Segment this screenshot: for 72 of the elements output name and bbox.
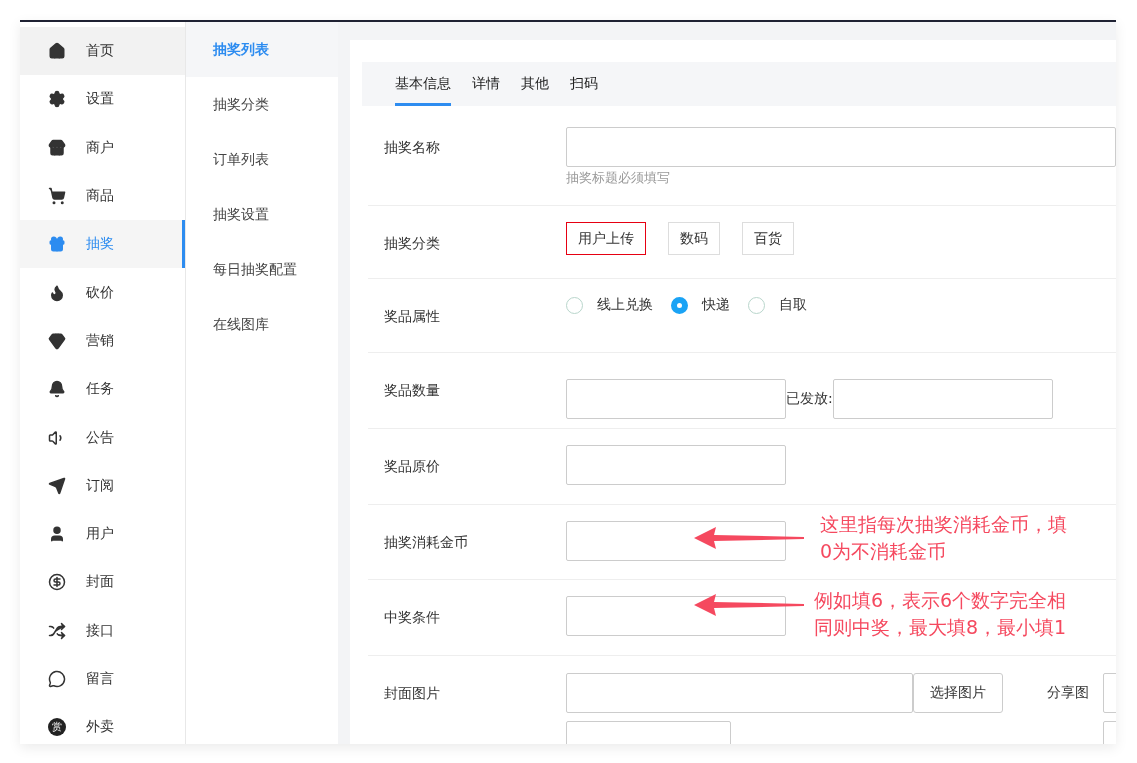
menu-icon (48, 187, 66, 206)
annotation-text: 这里指每次抽奖消耗金币，填0为不消耗金币 (820, 512, 1068, 564)
form-label: 抽奖分类 (383, 234, 441, 253)
tab[interactable]: 扫码 (570, 62, 598, 106)
radio-button[interactable] (566, 296, 583, 314)
form-label: 抽奖消耗金币 (383, 533, 469, 552)
input-field[interactable] (566, 673, 913, 713)
field-label: 已发放: (786, 389, 833, 408)
form-label: 奖品属性 (383, 307, 441, 326)
menu-icon (48, 476, 66, 495)
category-tag[interactable]: 数码 (668, 222, 720, 255)
radio-label: 自取 (779, 296, 807, 314)
menu-icon (48, 380, 66, 399)
submenu-item[interactable]: 每日抽奖配置 (186, 242, 338, 297)
radio-label: 线上兑换 (597, 296, 653, 314)
sidebar-label: 设置 (86, 90, 114, 109)
form-label: 奖品原价 (383, 457, 441, 476)
tab[interactable]: 其他 (521, 62, 549, 106)
arrow-icon (694, 527, 804, 549)
submenu-item[interactable]: 抽奖分类 (186, 77, 338, 132)
menu-icon (48, 138, 66, 157)
category-tag[interactable]: 百货 (742, 222, 794, 255)
input-field[interactable] (566, 127, 1116, 167)
category-tag[interactable]: 用户上传 (566, 222, 646, 255)
field-label: 分享图 (1047, 684, 1089, 702)
radio-button[interactable] (748, 296, 765, 314)
menu-icon (48, 283, 66, 302)
sidebar-label: 任务 (86, 380, 114, 399)
arrow-icon (694, 594, 804, 616)
menu-icon (48, 331, 66, 350)
menu-icon (48, 525, 66, 544)
sidebar-label: 订阅 (86, 476, 114, 495)
sidebar-item[interactable]: 首页 (20, 27, 185, 76)
sidebar-label: 封面 (86, 573, 114, 592)
sidebar-label: 营销 (86, 331, 114, 350)
sidebar-label: 首页 (86, 42, 114, 61)
sidebar-label: 抽奖 (86, 235, 114, 254)
radio-button[interactable] (671, 296, 688, 314)
input-field[interactable] (566, 596, 786, 636)
form-label: 封面图片 (383, 684, 441, 703)
submenu-item[interactable]: 在线图库 (186, 297, 338, 352)
form-label: 抽奖名称 (383, 138, 441, 157)
tab[interactable]: 详情 (472, 62, 500, 106)
input-field[interactable] (566, 521, 786, 561)
annotation-text: 例如填6，表示6个数字完全相同则中奖，最大填8，最小填1 (814, 588, 1068, 640)
badge-icon: 赏 (48, 718, 66, 737)
menu-icon (48, 670, 66, 688)
sidebar-label: 留言 (86, 670, 114, 688)
menu-icon (48, 42, 66, 61)
menu-icon (48, 235, 66, 254)
radio-label: 快递 (702, 296, 730, 314)
sidebar-label: 商户 (86, 138, 114, 157)
form-label: 奖品数量 (383, 381, 441, 400)
sidebar-label: 用户 (86, 525, 114, 544)
sidebar-label: 外卖 (86, 718, 114, 737)
menu-icon (48, 90, 66, 109)
submenu-item[interactable]: 订单列表 (186, 132, 338, 187)
sidebar-label: 商品 (86, 187, 114, 206)
field-hint: 抽奖标题必须填写 (566, 169, 671, 187)
input-field[interactable] (566, 378, 786, 419)
tab[interactable]: 基本信息 (395, 62, 451, 106)
sidebar-label: 砍价 (86, 283, 114, 302)
input-field[interactable] (566, 445, 786, 485)
sidebar-item[interactable]: 赏 外卖 (20, 703, 185, 744)
input-field[interactable] (832, 378, 1053, 419)
menu-icon (48, 621, 66, 640)
submenu-item[interactable]: 抽奖设置 (186, 187, 338, 242)
menu-icon (48, 573, 66, 592)
sidebar-label: 公告 (86, 428, 114, 447)
form-label: 中奖条件 (383, 608, 441, 627)
choose-image-button[interactable]: 选择图片 (913, 673, 1003, 713)
sidebar-label: 接口 (86, 621, 114, 640)
